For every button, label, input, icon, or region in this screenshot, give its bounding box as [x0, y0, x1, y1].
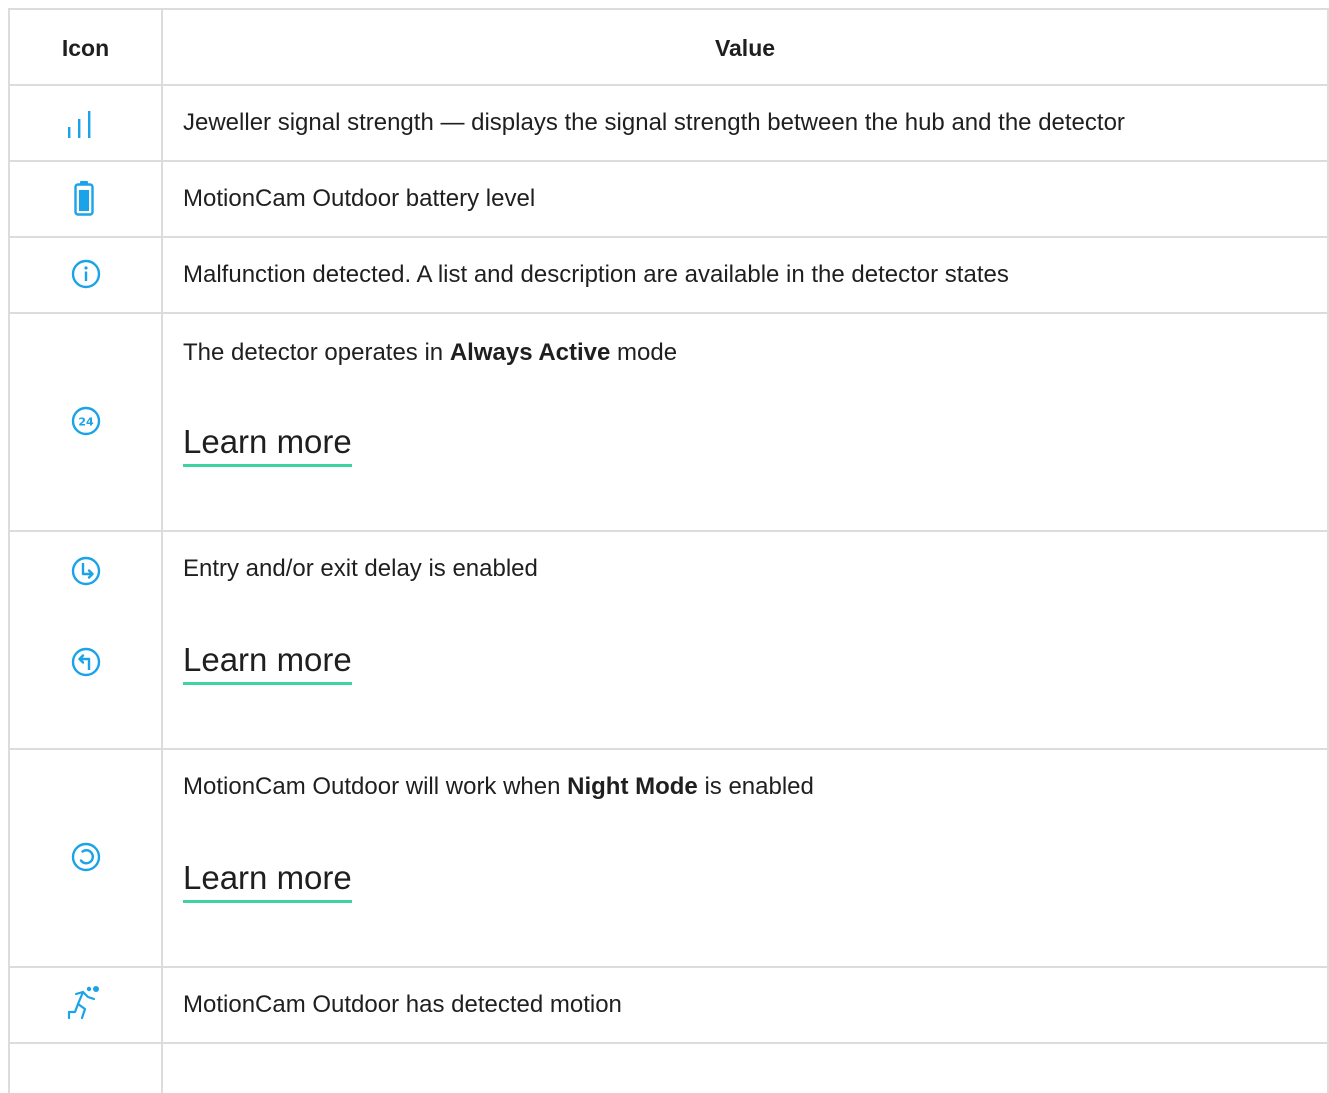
- icon-cell: [10, 238, 161, 312]
- table-row: MotionCam Outdoor battery level: [10, 162, 1327, 236]
- row-text: The detector operates in Always Active m…: [183, 339, 678, 366]
- icon-cell: [10, 750, 161, 966]
- header-value-label: Value: [714, 35, 776, 61]
- table-row: MotionCam Outdoor has detected motion: [10, 968, 1327, 1042]
- value-cell: Jeweller signal strength — displays the …: [163, 86, 1327, 160]
- header-value-cell: Value: [163, 10, 1327, 84]
- motion-detected-icon: [67, 986, 99, 1020]
- learn-more-link[interactable]: Learn more: [183, 858, 352, 903]
- value-cell: MotionCam Outdoor will work when Night M…: [163, 750, 1327, 966]
- row-text: Malfunction detected. A list and descrip…: [183, 261, 1009, 288]
- icon-cell: [10, 532, 161, 748]
- table-row: Entry and/or exit delay is enabled Learn…: [10, 532, 1327, 748]
- info-icon: [71, 259, 101, 289]
- learn-more-link[interactable]: Learn more: [183, 640, 352, 685]
- value-cell: The detector operates in Always Active m…: [163, 314, 1327, 530]
- value-cell: MotionCam Outdoor battery level: [163, 162, 1327, 236]
- icon-cell: [10, 86, 161, 160]
- header-icon-label: Icon: [61, 35, 110, 61]
- learn-more-link[interactable]: Learn more: [183, 422, 352, 467]
- icon-cell: [10, 162, 161, 236]
- row-text: MotionCam Outdoor battery level: [183, 185, 536, 212]
- signal-strength-icon: [68, 111, 91, 138]
- entry-delay-icon: [71, 556, 101, 586]
- value-cell: MotionCam Outdoor has detected motion: [163, 968, 1327, 1042]
- header-icon-cell: Icon: [10, 10, 161, 84]
- table-header-row: Icon Value: [10, 10, 1327, 84]
- table-row: [10, 1044, 1327, 1093]
- battery-icon: [74, 181, 94, 216]
- table-row: Malfunction detected. A list and descrip…: [10, 238, 1327, 312]
- table-row: Jeweller signal strength — displays the …: [10, 86, 1327, 160]
- value-cell: Malfunction detected. A list and descrip…: [163, 238, 1327, 312]
- row-text: MotionCam Outdoor will work when Night M…: [183, 773, 814, 800]
- row-text: Entry and/or exit delay is enabled: [183, 555, 538, 582]
- table-row: 24 The detector operates in Always Activ…: [10, 314, 1327, 530]
- icon-cell: 24: [10, 314, 161, 530]
- value-cell: Entry and/or exit delay is enabled Learn…: [163, 532, 1327, 748]
- always-active-24-icon: 24: [71, 406, 101, 436]
- table-row: MotionCam Outdoor will work when Night M…: [10, 750, 1327, 966]
- row-text: Jeweller signal strength — displays the …: [183, 109, 1125, 136]
- row-text: MotionCam Outdoor has detected motion: [183, 991, 622, 1018]
- svg-text:24: 24: [78, 416, 94, 429]
- icon-cell: [10, 968, 161, 1042]
- night-mode-icon: [71, 842, 101, 872]
- exit-delay-icon: [71, 647, 101, 677]
